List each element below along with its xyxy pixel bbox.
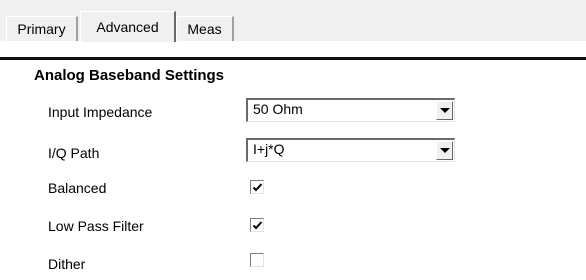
- balanced-checkbox[interactable]: [250, 180, 264, 194]
- balanced-label: Balanced: [48, 180, 107, 196]
- tab-strip: Primary Advanced Meas: [0, 0, 586, 42]
- input-impedance-value: 50 Ohm: [253, 101, 303, 117]
- checkmark-icon: [252, 183, 263, 192]
- chevron-down-icon: [440, 148, 450, 153]
- low-pass-filter-label: Low Pass Filter: [48, 218, 144, 234]
- iq-path-dropdown[interactable]: I+j*Q: [246, 138, 455, 162]
- low-pass-filter-checkbox[interactable]: [250, 218, 264, 232]
- tab-advanced[interactable]: Advanced: [80, 11, 176, 42]
- chevron-down-icon: [440, 108, 450, 113]
- input-impedance-dropdown[interactable]: 50 Ohm: [246, 98, 455, 122]
- iq-path-value: I+j*Q: [253, 141, 285, 157]
- tab-meas[interactable]: Meas: [176, 16, 234, 41]
- checkmark-icon: [252, 221, 263, 230]
- tab-primary[interactable]: Primary: [6, 16, 78, 41]
- dither-label: Dither: [48, 256, 86, 272]
- dither-checkbox[interactable]: [250, 253, 264, 267]
- input-impedance-dropdown-button[interactable]: [436, 101, 453, 120]
- panel-top-rule: [0, 57, 586, 60]
- iq-path-dropdown-button[interactable]: [436, 141, 453, 160]
- section-title: Analog Baseband Settings: [34, 67, 225, 84]
- iq-path-label: I/Q Path: [48, 145, 100, 161]
- input-impedance-label: Input Impedance: [48, 104, 153, 120]
